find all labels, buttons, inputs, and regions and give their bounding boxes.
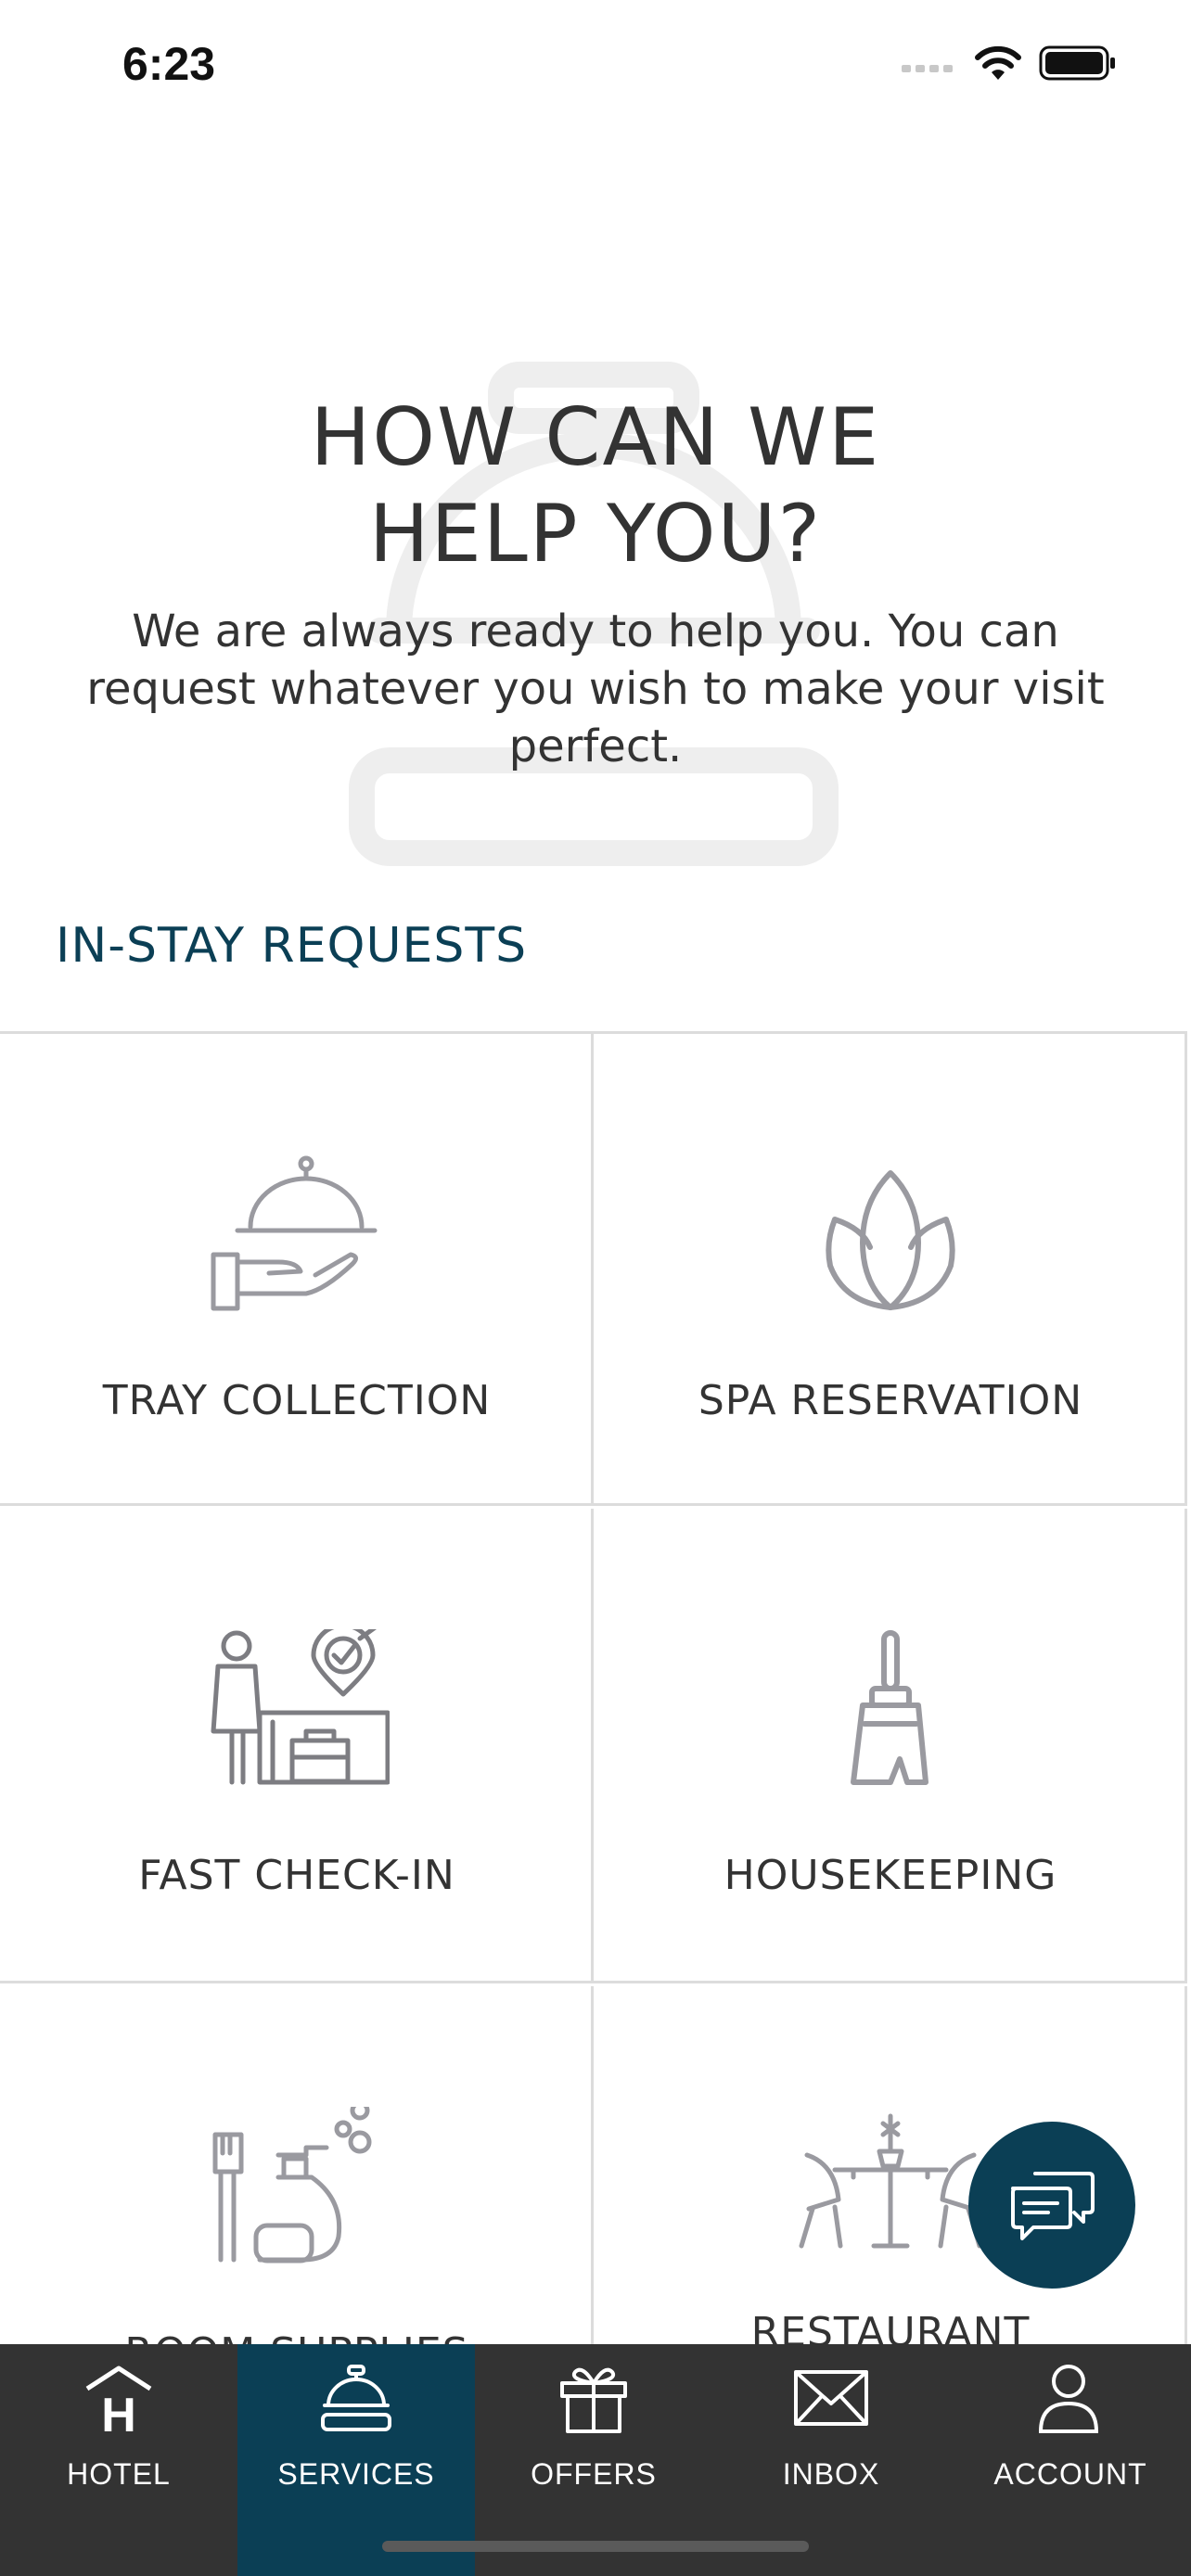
hero: HOW CAN WE HELP YOU? We are always ready…: [0, 352, 1191, 872]
status-icons: [902, 45, 1117, 82]
tab-label: ACCOUNT: [993, 2457, 1147, 2491]
hotel-icon: H: [85, 2366, 152, 2435]
service-tile-housekeeping[interactable]: HOUSEKEEPING: [594, 1509, 1187, 1983]
page-title: HOW CAN WE HELP YOU?: [0, 389, 1191, 582]
bell-icon: [321, 2365, 391, 2431]
checkin-icon: [211, 1629, 390, 1785]
service-tile-room-supplies[interactable]: ROOM SUPPLIES: [0, 1986, 594, 2348]
supplies-icon: [212, 2107, 372, 2264]
tab-label: SERVICES: [277, 2457, 435, 2491]
battery-icon: [1039, 45, 1115, 81]
page-title-line1: HOW CAN WE: [310, 391, 881, 484]
mail-icon: [794, 2370, 868, 2426]
home-indicator: [382, 2541, 809, 2552]
wifi-icon: [975, 45, 1021, 80]
page-subtitle: We are always ready to help you. You can…: [86, 606, 1105, 772]
chat-button[interactable]: [968, 2122, 1135, 2289]
service-tile-spa-reservation[interactable]: SPA RESERVATION: [594, 1031, 1187, 1506]
tab-hotel[interactable]: H HOTEL: [0, 2344, 237, 2576]
restaurant-icon: [799, 2113, 982, 2249]
section-title: IN-STAY REQUESTS: [56, 918, 528, 974]
tray-icon: [211, 1155, 378, 1311]
service-label: HOUSEKEEPING: [724, 1852, 1057, 1899]
service-tile-fast-check-in[interactable]: FAST CHECK-IN: [0, 1509, 594, 1983]
status-time: 6:23: [122, 38, 216, 90]
cellular-signal-icon: [902, 65, 953, 72]
status-bar: 6:23: [0, 0, 1191, 139]
service-label: FAST CHECK-IN: [138, 1852, 455, 1899]
broom-icon: [851, 1630, 928, 1785]
chat-icon: [1011, 2172, 1095, 2240]
service-label: RESTAURANT: [750, 2309, 1031, 2348]
lotus-icon: [826, 1170, 955, 1310]
user-icon: [1038, 2365, 1099, 2433]
svg-text:H: H: [101, 2389, 136, 2435]
page-title-line2: HELP YOU?: [368, 488, 823, 580]
tab-account[interactable]: ACCOUNT: [950, 2344, 1191, 2576]
tab-label: INBOX: [782, 2457, 880, 2491]
service-tile-tray-collection[interactable]: TRAY COLLECTION: [0, 1031, 594, 1506]
tab-label: HOTEL: [67, 2457, 171, 2491]
service-label: SPA RESERVATION: [698, 1377, 1083, 1424]
service-label: TRAY COLLECTION: [102, 1377, 492, 1424]
tab-label: OFFERS: [531, 2457, 657, 2491]
gift-icon: [560, 2367, 627, 2433]
